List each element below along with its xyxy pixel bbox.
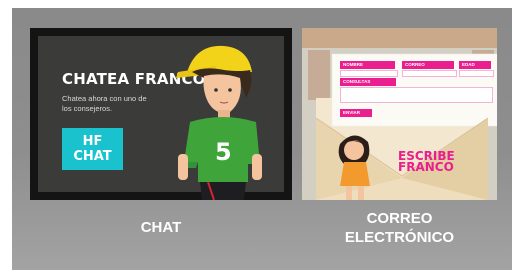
email-caption-line1: CORREO — [366, 210, 433, 227]
email-field-label: CORREO — [402, 61, 454, 69]
send-button[interactable]: ENVIAR — [340, 109, 372, 117]
email-caption-line2: ELECTRÓNICO — [344, 229, 455, 246]
chat-screen: CHATEA FRANCO Chatea ahora con uno de lo… — [38, 36, 284, 200]
email-thumbnail[interactable]: NOMBRE CORREO EDAD CONSULTAS ENVIAR ESCR… — [302, 28, 497, 200]
email-caption[interactable]: CORREO ELECTRÓNICO — [302, 209, 497, 247]
hf-chat-button[interactable]: HF CHAT — [62, 128, 123, 170]
shirt-number: 5 — [215, 138, 232, 166]
chat-thumbnail[interactable]: CHATEA FRANCO Chatea ahora con uno de lo… — [30, 28, 292, 200]
age-input[interactable] — [459, 70, 494, 77]
gallery-panel: CHATEA FRANCO Chatea ahora con uno de lo… — [12, 8, 512, 270]
age-field-label: EDAD — [459, 61, 491, 69]
envelope-illustration — [302, 28, 497, 200]
boy-character-illustration: 5 — [176, 45, 262, 200]
name-field-label: NOMBRE — [340, 61, 395, 69]
email-input[interactable] — [402, 70, 457, 77]
name-input[interactable] — [340, 70, 398, 77]
queries-field-label: CONSULTAS — [340, 78, 396, 86]
tagline-line2: FRANCO — [398, 160, 454, 174]
queries-textarea[interactable] — [340, 87, 493, 103]
chat-description: Chatea ahora con uno de los consejeros. — [62, 94, 147, 113]
chat-caption[interactable]: CHAT — [30, 218, 292, 237]
